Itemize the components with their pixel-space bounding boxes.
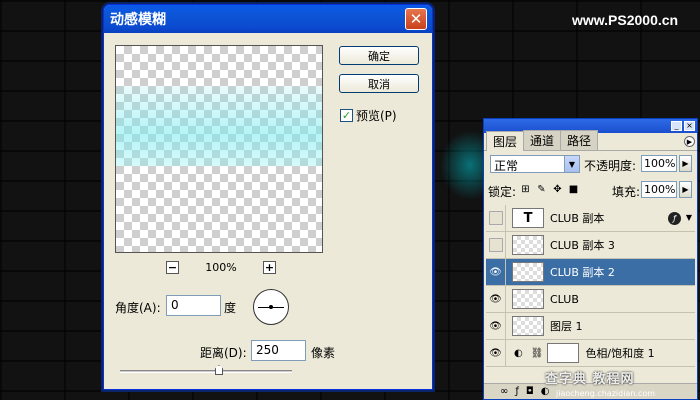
zoom-out-button[interactable]: − — [166, 260, 179, 274]
close-panel-icon[interactable]: × — [684, 121, 695, 131]
dialog-title: 动感模糊 — [110, 12, 166, 28]
hidden-eye-icon — [488, 238, 503, 252]
zoom-in-button[interactable]: + — [262, 260, 276, 274]
layer-name: CLUB 副本 3 — [550, 239, 615, 252]
layers-panel: _ × 图层 通道 路径 ▶ 正常 ▼ 不透明度: 100% ▶ 锁定: ⊞ ✎… — [483, 118, 698, 400]
site-watermark: www.PS2000.cn — [572, 12, 679, 28]
layer-mask-thumbnail — [547, 343, 580, 363]
angle-dial[interactable] — [253, 289, 289, 325]
layer-thumbnail — [512, 262, 544, 282]
filter-preview[interactable] — [115, 45, 323, 253]
text-layer-thumbnail: T — [512, 208, 544, 228]
layer-row[interactable]: 👁 图层 1 — [486, 312, 695, 340]
link-layers-icon[interactable]: ∞ — [500, 386, 508, 397]
tab-channels[interactable]: 通道 — [523, 130, 562, 150]
panel-menu-icon[interactable]: ▶ — [684, 136, 695, 147]
site-url: jiaocheng.chazidian.com — [556, 389, 656, 398]
angle-input[interactable]: 0 — [166, 295, 221, 316]
add-mask-icon[interactable]: ◘ — [526, 386, 534, 397]
angle-dial-center — [269, 305, 273, 309]
lock-options: ⊞ ✎ ✥ ■ — [520, 184, 579, 195]
layer-row[interactable]: 👁 CLUB — [486, 285, 695, 313]
layer-name: 色相/饱和度 1 — [585, 347, 655, 360]
layer-name: CLUB 副本 2 — [550, 266, 615, 279]
layer-name: CLUB 副本 — [550, 212, 605, 225]
ok-button[interactable]: 确定 — [339, 46, 419, 65]
plus-icon: + — [264, 260, 275, 274]
fill-input[interactable]: 100% — [641, 181, 677, 198]
eye-icon: 👁 — [489, 320, 502, 332]
visibility-toggle[interactable]: 👁 — [486, 258, 506, 286]
lock-brush-icon[interactable]: ✎ — [536, 184, 547, 195]
layer-row[interactable]: 👁 CLUB 副本 2 — [486, 258, 695, 286]
layer-list: T CLUB 副本 ƒ ▼ CLUB 副本 3 👁 CLUB 副本 2 👁 CL… — [486, 204, 695, 367]
eye-icon: 👁 — [489, 266, 502, 278]
preview-blur-content — [116, 86, 322, 166]
lock-label: 锁定: — [488, 185, 517, 199]
layer-row[interactable]: CLUB 副本 3 — [486, 231, 695, 259]
adjustment-layer-icon: ◐ — [514, 347, 523, 359]
visibility-toggle[interactable]: 👁 — [486, 285, 506, 313]
close-icon: ✕ — [409, 10, 423, 28]
layer-thumbnail — [512, 289, 544, 309]
lock-move-icon[interactable]: ✥ — [552, 184, 563, 195]
layer-style-icon[interactable]: ƒ — [515, 386, 519, 397]
opacity-arrow-icon[interactable]: ▶ — [679, 155, 692, 172]
distance-slider-track[interactable] — [120, 370, 292, 373]
link-chain-icon: ⛓ — [530, 347, 544, 359]
expand-arrow-icon[interactable]: ▼ — [686, 213, 692, 222]
zoom-value: 100% — [205, 260, 237, 274]
angle-label: 角度(A): — [115, 301, 161, 315]
fill-label: 填充: — [612, 185, 641, 199]
tab-paths[interactable]: 路径 — [560, 130, 599, 150]
minus-icon: − — [167, 260, 178, 274]
lock-transparent-icon[interactable]: ⊞ — [520, 184, 531, 195]
hidden-eye-icon — [488, 211, 503, 225]
chevron-down-icon[interactable]: ▼ — [564, 156, 579, 172]
blend-mode-select[interactable]: 正常 ▼ — [490, 155, 580, 173]
lock-all-icon[interactable]: ■ — [568, 184, 579, 195]
eye-icon: 👁 — [489, 293, 502, 305]
visibility-toggle[interactable] — [486, 231, 506, 259]
distance-slider-thumb[interactable] — [215, 365, 223, 375]
motion-blur-dialog: 动感模糊 ✕ − 100% + 确定 取消 ✓ 预览(P) 角度(A): 0 度… — [103, 4, 433, 390]
opacity-label: 不透明度: — [584, 159, 637, 173]
panel-tabs: 图层 通道 路径 ▶ — [484, 130, 697, 151]
minimize-icon[interactable]: _ — [671, 121, 682, 131]
layer-thumbnail — [512, 316, 544, 336]
zoom-controls: − 100% + — [166, 259, 276, 275]
cancel-button[interactable]: 取消 — [339, 74, 419, 93]
preview-checkbox[interactable]: ✓ — [340, 109, 353, 122]
preview-label: 预览(P) — [356, 109, 397, 123]
new-adjustment-icon[interactable]: ◐ — [541, 386, 550, 397]
preview-checkbox-row[interactable]: ✓ 预览(P) — [340, 107, 397, 124]
visibility-toggle[interactable] — [486, 204, 506, 232]
tab-layers[interactable]: 图层 — [486, 131, 525, 151]
layer-row[interactable]: 👁 ◐ ⛓ 色相/饱和度 1 — [486, 339, 695, 367]
visibility-toggle[interactable]: 👁 — [486, 339, 506, 367]
layer-name: 图层 1 — [550, 320, 583, 333]
angle-unit: 度 — [224, 301, 237, 315]
layer-row[interactable]: T CLUB 副本 ƒ ▼ — [486, 204, 695, 232]
layer-effects-icon[interactable]: ƒ — [668, 212, 681, 225]
opacity-input[interactable]: 100% — [641, 155, 677, 172]
site-mark: 查字典 教程网 — [545, 372, 635, 387]
distance-label: 距离(D): — [200, 346, 247, 360]
distance-input[interactable]: 250 — [251, 340, 306, 361]
layer-name: CLUB — [550, 292, 579, 306]
visibility-toggle[interactable]: 👁 — [486, 312, 506, 340]
blend-mode-value: 正常 — [494, 159, 519, 173]
eye-icon: 👁 — [489, 347, 502, 359]
close-button[interactable]: ✕ — [405, 8, 427, 30]
dialog-titlebar[interactable]: 动感模糊 ✕ — [104, 5, 432, 33]
distance-unit: 像素 — [311, 346, 336, 360]
fill-arrow-icon[interactable]: ▶ — [679, 181, 692, 198]
layer-thumbnail — [512, 235, 544, 255]
